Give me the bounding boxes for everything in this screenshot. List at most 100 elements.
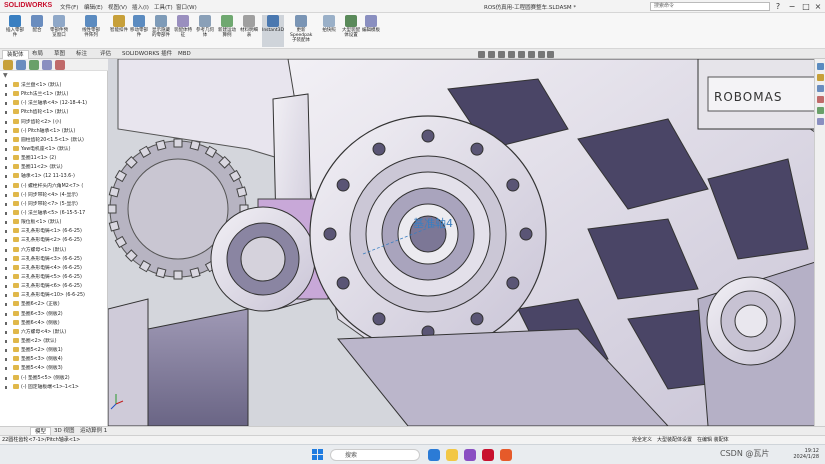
tree-item[interactable]: 六方螺母<1> (默认): [0, 246, 108, 255]
menu-edit[interactable]: 编辑(E): [84, 3, 103, 11]
tree-item[interactable]: Pitch法兰<1> (默认): [0, 90, 108, 99]
tree-item[interactable]: 三孔条形电铸<2> (6-6-25): [0, 236, 108, 245]
tab-4[interactable]: 评估: [96, 50, 115, 59]
tree-item[interactable]: Pitch齿轮<1> (默认): [0, 108, 108, 117]
tree-item[interactable]: 三孔条形电铸<1> (6-6-25): [0, 227, 108, 236]
tree-item-label: 三孔条形电铸<10> (6-6-25): [21, 293, 85, 299]
ribbon-button[interactable]: 装配体特征: [172, 15, 194, 47]
ribbon-button[interactable]: 拍快照: [318, 15, 340, 47]
tree-item[interactable]: 垫圈6<2> (正板): [0, 300, 108, 309]
zoom-fit-icon[interactable]: [478, 51, 485, 58]
resources-icon[interactable]: [816, 63, 824, 70]
ribbon-button[interactable]: 大型装配体设置: [340, 15, 362, 47]
search-input[interactable]: 搜索命令: [650, 2, 770, 11]
ribbon-button[interactable]: 参考几何体: [194, 15, 216, 47]
ribbon-button[interactable]: 插入零部件: [4, 15, 26, 47]
tree-item[interactable]: (-) 固定轴板端<1>-1<1>: [0, 383, 108, 392]
display-icon[interactable]: [55, 60, 65, 70]
tree-item[interactable]: 垫圈5<3> (侧板4): [0, 355, 108, 364]
menu-view[interactable]: 视图(V): [108, 3, 127, 11]
zoom-area-icon[interactable]: [487, 51, 495, 58]
custom-properties-icon[interactable]: [816, 107, 824, 114]
file-explorer-app-icon[interactable]: [446, 449, 458, 461]
appearances-icon[interactable]: [816, 96, 824, 103]
hide-show-icon[interactable]: [537, 51, 545, 58]
tree-item[interactable]: 垫圈<2> (默认): [0, 337, 108, 346]
tree-item[interactable]: 法兰盘<1> (默认): [0, 81, 108, 90]
tree-item[interactable]: 三孔条形电铸<3> (6-6-25): [0, 255, 108, 264]
ribbon-button[interactable]: 线性零部件阵列: [80, 15, 102, 47]
tree-item[interactable]: (-) Pitch轴承<1> (默认): [0, 127, 108, 136]
app-icon[interactable]: [464, 449, 476, 461]
close-button[interactable]: ×: [811, 1, 825, 12]
solidworks-app-icon[interactable]: [482, 449, 494, 461]
reference-axis-label[interactable]: 基准轴4: [413, 216, 453, 230]
dimxpert-icon[interactable]: [42, 60, 52, 70]
ribbon-button[interactable]: 新建运动算例: [216, 15, 238, 47]
tree-item[interactable]: 垫圈5<4> (侧板3): [0, 364, 108, 373]
tree-item[interactable]: 垫圈5<2> (侧板1): [0, 346, 108, 355]
ribbon-button[interactable]: Instant3D: [262, 15, 284, 47]
graphics-viewport[interactable]: 基准轴4 ROBOMAS: [108, 59, 825, 426]
tree-item[interactable]: (-) 法兰轴承<4> (12-18-4-1): [0, 99, 108, 108]
tree-item[interactable]: 三孔条形电铸<10> (6-6-25): [0, 291, 108, 300]
ribbon-button[interactable]: 材料明细表: [238, 15, 260, 47]
tab-3[interactable]: 标注: [72, 50, 91, 59]
minimize-button[interactable]: −: [785, 1, 799, 12]
tab-2[interactable]: 草图: [50, 50, 69, 59]
config-icon[interactable]: [29, 60, 39, 70]
view-orientation-icon[interactable]: [517, 51, 525, 58]
ribbon-button[interactable]: 零部件预览窗口: [48, 15, 70, 47]
ribbon-button[interactable]: 编辑模板: [360, 15, 382, 47]
section-view-icon[interactable]: [507, 51, 515, 58]
design-library-icon[interactable]: [816, 74, 824, 81]
tree-item[interactable]: 三孔条形电铸<4> (6-6-25): [0, 264, 108, 273]
appearance-icon[interactable]: [547, 51, 555, 58]
property-icon[interactable]: [16, 60, 26, 70]
tree-item[interactable]: 六方螺母<4> (默认): [0, 328, 108, 337]
tree-item[interactable]: 轴承<1> (12 11-13.6-): [0, 172, 108, 181]
tree-item[interactable]: (-) 法兰轴承<5> (6-15-5-17: [0, 209, 108, 218]
help-icon[interactable]: ?: [771, 1, 785, 12]
part-icon: [13, 301, 19, 307]
tree-item[interactable]: 同步齿轮<2> (小): [0, 118, 108, 127]
chrome-icon[interactable]: [500, 449, 512, 461]
menu-file[interactable]: 文件(F): [60, 3, 78, 11]
ribbon-button[interactable]: 配合: [26, 15, 48, 47]
edge-icon[interactable]: [428, 449, 440, 461]
filter-icon[interactable]: ▼: [3, 72, 8, 79]
taskbar-search[interactable]: 搜索: [330, 449, 420, 461]
file-explorer-icon[interactable]: [816, 85, 824, 92]
tree-item[interactable]: (-) 同步带轮<7> (5-显示): [0, 200, 108, 209]
ribbon-button[interactable]: 更新Speedpak子装配体: [290, 15, 312, 47]
ribbon-button[interactable]: 显示隐藏的零部件: [150, 15, 172, 47]
part-icon: [13, 255, 19, 261]
view-palette-icon[interactable]: [816, 118, 824, 125]
tree-item[interactable]: (-) 同步带轮<4> (4-显示): [0, 191, 108, 200]
tree-item[interactable]: 圆柱齿轮20<1.5<1> (默认): [0, 136, 108, 145]
tree-item[interactable]: 垫圈11<1> (2): [0, 154, 108, 163]
start-icon[interactable]: [312, 449, 324, 461]
tree-item[interactable]: 垫圈11<2> (默认): [0, 163, 108, 172]
tab-5[interactable]: SOLIDWORKS 插件: [118, 50, 176, 59]
tree-item[interactable]: 三孔条形电铸<5> (6-6-25): [0, 273, 108, 282]
tab-0[interactable]: 装配体: [2, 50, 29, 59]
display-style-icon[interactable]: [527, 51, 535, 58]
tab-6[interactable]: MBD: [174, 50, 195, 59]
tree-item[interactable]: 三孔条形电铸<6> (6-6-25): [0, 282, 108, 291]
tab-1[interactable]: 布局: [28, 50, 47, 59]
tree-item-label: (-) 法兰轴承<5> (6-15-5-17: [21, 210, 86, 216]
ribbon-button[interactable]: 移动零部件: [128, 15, 150, 47]
previous-view-icon[interactable]: [497, 51, 505, 58]
menu-insert[interactable]: 插入(I): [132, 3, 149, 11]
menu-tools[interactable]: 工具(T): [154, 3, 173, 11]
ribbon-button[interactable]: 智能扣件: [108, 15, 130, 47]
tree-item[interactable]: 垫圈6<4> (侧板): [0, 319, 108, 328]
tree-item[interactable]: (-) 垫圈5<5> (侧板2): [0, 374, 108, 383]
tree-item[interactable]: (-) 螺栓杆头内六角M2<7> (: [0, 182, 108, 191]
menu-window[interactable]: 窗口(W): [176, 3, 197, 11]
tree-item[interactable]: 限位板<1> (默认): [0, 218, 108, 227]
tree-item[interactable]: 垫圈6<3> (侧板2): [0, 310, 108, 319]
tree-item[interactable]: Yaw电机座<1> (默认): [0, 145, 108, 154]
feature-tree-icon[interactable]: [3, 60, 13, 70]
